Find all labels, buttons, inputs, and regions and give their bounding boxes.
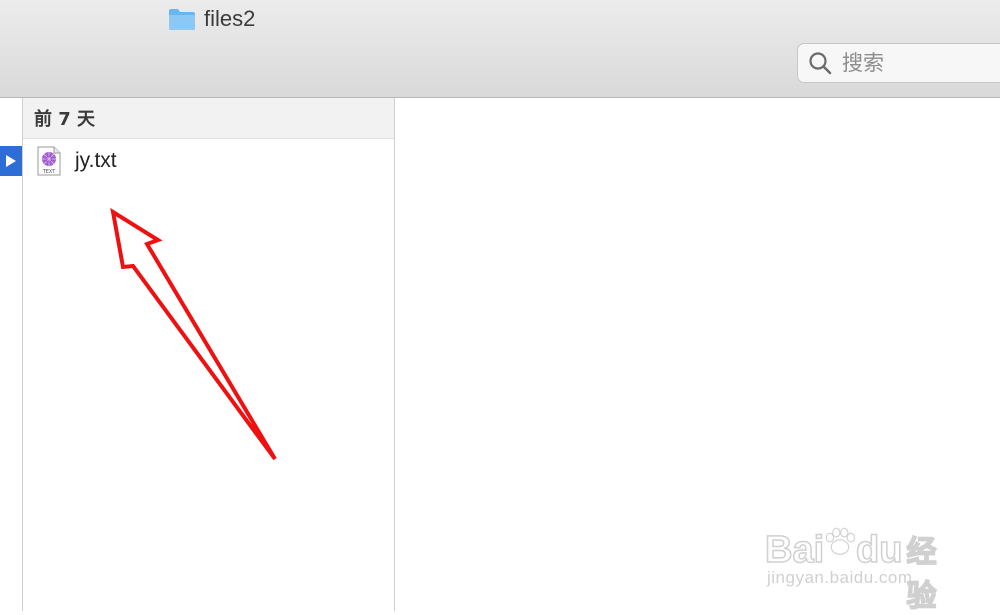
disclosure-triangle-icon <box>6 155 16 167</box>
watermark-logo-part2: du <box>855 528 903 572</box>
search-input[interactable] <box>840 50 994 76</box>
file-column: 前 7 天 TEXT jy.txt <box>23 98 395 611</box>
text-file-icon: TEXT <box>37 146 61 176</box>
window-title: files2 <box>204 6 256 31</box>
watermark-suffix: 经验 <box>906 534 937 615</box>
file-name: jy.txt <box>75 149 117 172</box>
window-title-area: files2 <box>168 5 255 33</box>
file-item[interactable]: TEXT jy.txt <box>23 144 394 178</box>
window-toolbar: files2 <box>0 0 1000 98</box>
watermark-logo-part1: Bai <box>764 528 825 572</box>
folder-icon <box>169 9 195 30</box>
selected-folder-indicator[interactable] <box>0 146 22 176</box>
search-icon <box>809 52 832 75</box>
paw-icon <box>825 527 856 555</box>
file-icon-badge: TEXT <box>42 169 57 175</box>
group-header-last-7-days: 前 7 天 <box>23 98 394 139</box>
baidu-jingyan-watermark: Bai du 经验 jingyan.baidu.com <box>764 500 950 615</box>
watermark-url: jingyan.baidu.com <box>767 568 913 587</box>
search-field[interactable] <box>797 43 1000 83</box>
